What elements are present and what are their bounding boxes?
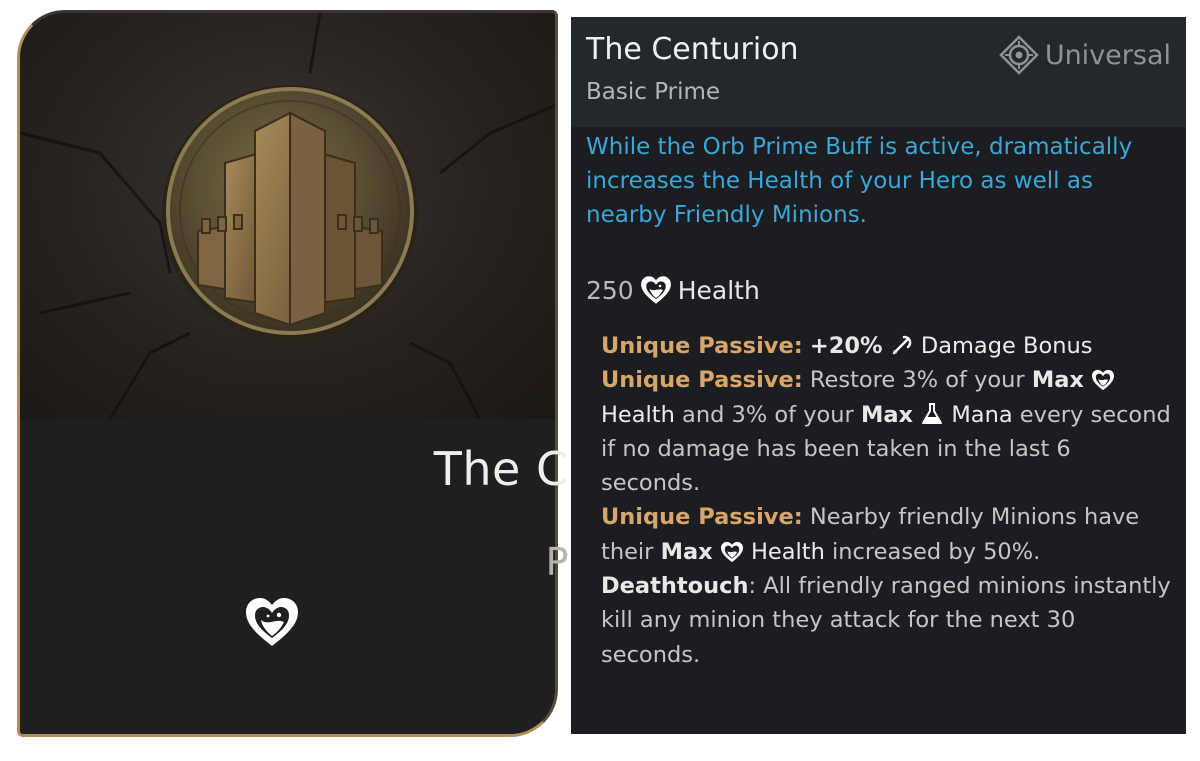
deathtouch-entry: Deathtouch: All friendly ranged minions …: [601, 569, 1176, 672]
health-keyword: Health: [601, 401, 675, 428]
passive-amount: +20%: [809, 333, 883, 359]
tooltip-title: The Centurion: [586, 32, 799, 67]
universal-affinity-icon: [999, 35, 1039, 75]
health-heart-icon: [1092, 370, 1115, 391]
stat-label: Health: [677, 275, 760, 305]
stat-line: 250 Health: [586, 275, 760, 305]
passive-text: and 3% of your: [682, 401, 854, 428]
affinity-badge: Universal: [999, 35, 1171, 75]
affinity-label: Universal: [1044, 39, 1171, 71]
health-heart-icon: [246, 598, 298, 646]
stat-value: 250: [586, 275, 634, 305]
health-heart-icon: [640, 276, 671, 304]
mana-keyword: Mana: [951, 401, 1013, 428]
passive-entry: Unique Passive: +20% Damage Bonus: [601, 329, 1176, 363]
deathtouch-label: Deathtouch: [601, 573, 749, 600]
passive-text: Restore 3% of your: [809, 367, 1025, 394]
passive-list: Unique Passive: +20% Damage Bonus Unique…: [601, 329, 1176, 672]
card-art: [20, 13, 555, 419]
passive-label: Unique Passive:: [601, 504, 803, 531]
passive-entry: Unique Passive: Nearby friendly Minions …: [601, 500, 1176, 569]
passive-label: Unique Passive:: [601, 367, 803, 394]
damage-bonus-icon: [892, 335, 912, 355]
passive-label: Unique Passive:: [601, 333, 803, 359]
max-keyword: Max: [660, 538, 713, 565]
health-heart-icon: [720, 541, 743, 562]
mana-flask-icon: [922, 402, 943, 424]
max-keyword: Max: [1031, 367, 1084, 394]
tooltip-subtitle: Basic Prime: [586, 79, 721, 105]
health-keyword: Health: [751, 538, 825, 565]
item-tooltip: The Centurion Basic Prime Universal Whil…: [571, 17, 1186, 734]
passive-entry: Unique Passive: Restore 3% of your Max H…: [601, 363, 1176, 500]
passive-text: increased by 50%.: [832, 538, 1041, 565]
fortress-coin-icon: [20, 13, 555, 419]
max-keyword: Max: [860, 401, 914, 428]
tooltip-description: While the Orb Prime Buff is active, dram…: [586, 134, 1133, 228]
passive-text: Damage Bonus: [920, 333, 1093, 359]
